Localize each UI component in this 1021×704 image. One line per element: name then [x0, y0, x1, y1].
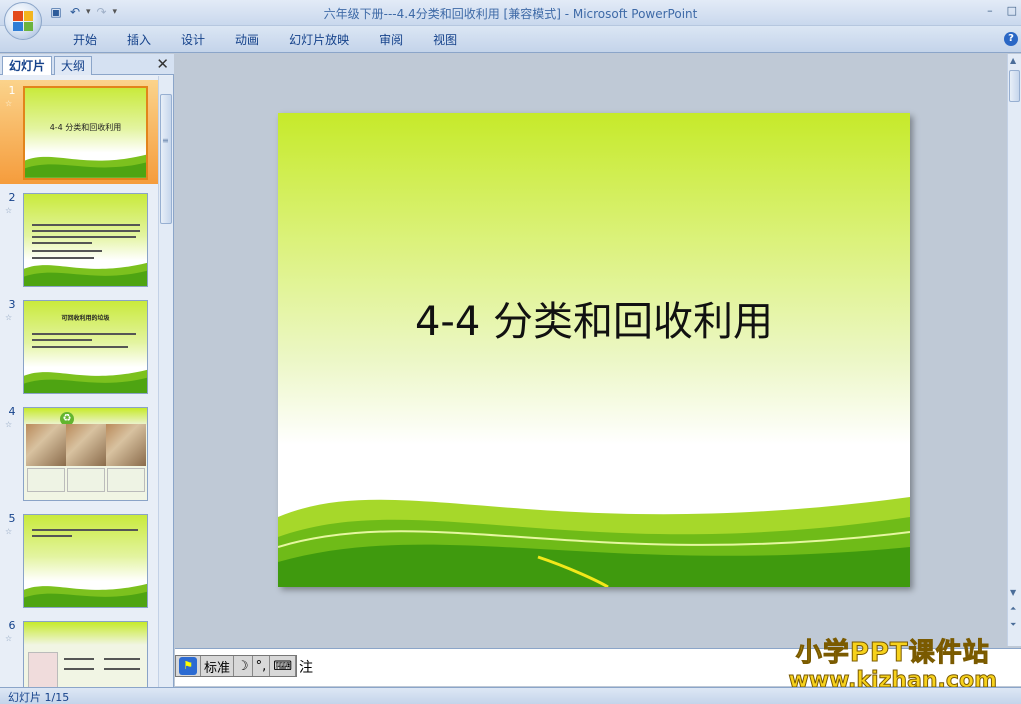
- slide-number: 6: [8, 619, 16, 632]
- status-bar: 幻灯片 1/15: [0, 687, 1021, 704]
- text-line: [104, 658, 140, 660]
- thumbnail-row-4[interactable]: 4 ☆ ♻: [0, 401, 158, 505]
- minimize-button[interactable]: –: [987, 4, 993, 17]
- tab-view[interactable]: 视图: [418, 32, 472, 48]
- slide-counter: 幻灯片 1/15: [8, 691, 70, 704]
- text-line: [104, 668, 140, 670]
- text-line: [32, 242, 92, 244]
- text-line: [32, 529, 138, 531]
- editor-scrollbar[interactable]: ▲ ▼ ⏶ ⏷: [1007, 54, 1021, 646]
- text-line: [32, 535, 72, 537]
- thumbnail-row-5[interactable]: 5 ☆: [0, 508, 158, 612]
- wave-graphic: [25, 154, 146, 178]
- wave-graphic: [278, 497, 910, 587]
- next-slide-icon[interactable]: ⏷: [1010, 620, 1016, 630]
- tab-review[interactable]: 审阅: [364, 32, 418, 48]
- text-box: [107, 468, 145, 492]
- tab-insert[interactable]: 插入: [112, 32, 166, 48]
- notes-text[interactable]: 注: [299, 657, 313, 677]
- window-controls: – □: [987, 4, 1017, 17]
- ime-logo-icon: ⚑: [179, 657, 197, 675]
- slide-thumbnail[interactable]: 可回收利用的垃圾: [23, 300, 148, 394]
- office-button[interactable]: [4, 2, 42, 40]
- image-box: [28, 652, 58, 687]
- tab-animations[interactable]: 动画: [220, 32, 274, 48]
- thumbnail-title: 4-4 分类和回收利用: [49, 123, 122, 132]
- slide-editor: 4-4 分类和回收利用: [175, 54, 1007, 646]
- half-width-icon[interactable]: ☽: [234, 656, 253, 676]
- thumbnail-scrollbar[interactable]: ≡: [158, 76, 173, 687]
- slides-pane: 幻灯片 大纲 ✕ 1 ☆ 4-4 分类和回收利用 2 ☆ 3 ☆ 可回收利用的垃…: [0, 54, 174, 687]
- slide-thumbnail[interactable]: 4-4 分类和回收利用: [23, 86, 148, 180]
- tab-slideshow[interactable]: 幻灯片放映: [274, 32, 364, 48]
- close-icon[interactable]: ✕: [156, 55, 169, 73]
- star-icon: ☆: [5, 420, 13, 429]
- title-bar: ▣ ↶ ▾ ↷ ▾ 六年级下册---4.4分类和回收利用 [兼容模式] - Mi…: [0, 0, 1021, 26]
- text-line: [32, 224, 140, 226]
- slide-thumbnail[interactable]: [23, 514, 148, 608]
- star-icon: ☆: [5, 206, 13, 215]
- scrollbar-thumb[interactable]: [160, 94, 172, 224]
- scrollbar-thumb[interactable]: [1009, 70, 1020, 102]
- text-line: [64, 668, 94, 670]
- garbage-photo: [106, 424, 146, 466]
- slide-number: 2: [8, 191, 16, 204]
- text-line: [32, 236, 136, 238]
- ime-mode-button[interactable]: 标准: [201, 656, 235, 676]
- window-title: 六年级下册---4.4分类和回收利用 [兼容模式] - Microsoft Po…: [323, 7, 698, 21]
- text-line: [32, 339, 92, 341]
- thumbnail-list: 1 ☆ 4-4 分类和回收利用 2 ☆ 3 ☆ 可回收利用的垃圾 4 ☆ ♻ 5…: [0, 76, 158, 687]
- slide-canvas[interactable]: 4-4 分类和回收利用: [278, 113, 910, 587]
- wave-graphic: [24, 262, 147, 286]
- text-box: [27, 468, 65, 492]
- restore-button[interactable]: □: [1007, 4, 1017, 17]
- text-line: [32, 250, 102, 252]
- slide-title[interactable]: 4-4 分类和回收利用: [278, 289, 910, 347]
- wave-graphic: [24, 583, 147, 607]
- star-icon: ☆: [5, 99, 13, 108]
- star-icon: ☆: [5, 313, 13, 322]
- watermark: 小学PPT课件站 www.kjzhan.com: [788, 638, 998, 694]
- text-line: [64, 658, 94, 660]
- previous-slide-icon[interactable]: ⏶: [1010, 604, 1016, 614]
- thumbnail-title: 可回收利用的垃圾: [61, 315, 110, 322]
- tab-outline[interactable]: 大纲: [54, 56, 93, 75]
- garbage-photo: [26, 424, 66, 466]
- ribbon-tabs: 开始 插入 设计 动画 幻灯片放映 审阅 视图: [58, 32, 472, 48]
- grip-icon: ≡: [162, 136, 169, 145]
- text-line: [32, 346, 128, 348]
- star-icon: ☆: [5, 527, 13, 536]
- slide-number: 3: [8, 298, 16, 311]
- scroll-up-icon[interactable]: ▲: [1010, 56, 1016, 65]
- text-box: [67, 468, 105, 492]
- garbage-photo: [66, 424, 106, 466]
- office-logo-icon: [13, 11, 33, 31]
- slide-number: 1: [8, 84, 16, 97]
- tab-design[interactable]: 设计: [166, 32, 220, 48]
- punctuation-icon[interactable]: °,: [253, 656, 271, 676]
- pane-tabs: 幻灯片 大纲 ✕: [0, 54, 174, 75]
- wave-graphic: [24, 369, 147, 393]
- slide-thumbnail[interactable]: [23, 193, 148, 287]
- help-icon[interactable]: ?: [1004, 32, 1018, 46]
- scroll-down-icon[interactable]: ▼: [1010, 588, 1016, 597]
- thumbnail-row-2[interactable]: 2 ☆: [0, 187, 158, 291]
- ribbon: 开始 插入 设计 动画 幻灯片放映 审阅 视图 ?: [0, 26, 1021, 53]
- tab-home[interactable]: 开始: [58, 32, 112, 48]
- text-line: [32, 333, 136, 335]
- slide-thumbnail[interactable]: [23, 621, 148, 687]
- slide-number: 4: [8, 405, 16, 418]
- watermark-title: 小学PPT课件站: [795, 638, 990, 669]
- thumbnail-row-3[interactable]: 3 ☆ 可回收利用的垃圾: [0, 294, 158, 398]
- ime-toolbar: ⚑ 标准 ☽ °, ⌨: [175, 655, 298, 677]
- thumbnail-row-6[interactable]: 6 ☆: [0, 615, 158, 687]
- slide-thumbnail[interactable]: ♻: [23, 407, 148, 501]
- star-icon: ☆: [5, 634, 13, 643]
- text-line: [32, 230, 140, 232]
- ime-logo-button[interactable]: ⚑: [176, 656, 201, 676]
- thumbnail-row-1[interactable]: 1 ☆ 4-4 分类和回收利用: [0, 80, 158, 184]
- slide-number: 5: [8, 512, 16, 525]
- soft-keyboard-icon[interactable]: ⌨: [270, 656, 297, 676]
- tab-slides[interactable]: 幻灯片: [2, 56, 53, 75]
